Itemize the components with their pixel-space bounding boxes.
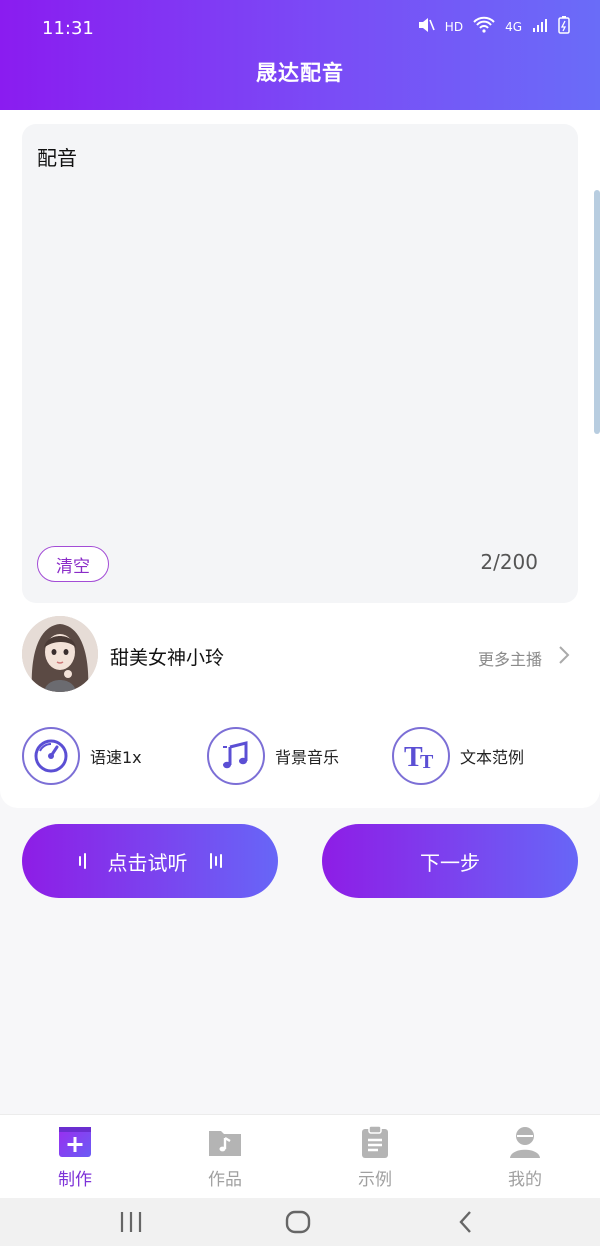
home-icon[interactable] [285, 1209, 311, 1235]
next-step-label: 下一步 [420, 850, 480, 875]
preview-listen-button[interactable]: 点击试听 [22, 824, 278, 898]
speed-label: 语速1x [90, 748, 142, 767]
tab-works[interactable]: 作品 [150, 1115, 300, 1199]
speed-option[interactable]: 语速1x [22, 726, 142, 786]
bgm-label: 背景音乐 [275, 748, 340, 767]
text-input-area[interactable]: 配音 清空 2/200 [22, 124, 578, 603]
page-title: 晟达配音 [256, 61, 344, 85]
tab-works-label: 作品 [208, 1170, 242, 1190]
chevron-right-icon[interactable] [554, 644, 574, 666]
bgm-option[interactable]: 背景音乐 [207, 726, 339, 786]
char-counter: 2/200 [480, 550, 538, 574]
clipboard-icon [358, 1125, 392, 1159]
main-card: 配音 清空 2/200 甜美女神小玲 更多主播 语速1x 背景音乐 T T 文本… [0, 110, 600, 808]
voice-selector[interactable]: 甜美女神小玲 更多主播 [0, 616, 600, 698]
bottom-tab-bar: 制作 作品 示例 我的 [0, 1114, 600, 1198]
svg-text:T: T [420, 751, 434, 773]
battery-icon [558, 16, 570, 37]
voice-name: 甜美女神小玲 [110, 647, 225, 669]
signal-icon [532, 17, 548, 36]
recent-apps-icon[interactable] [118, 1210, 144, 1234]
folder-music-icon [208, 1125, 242, 1159]
hd-badge: HD [444, 19, 464, 34]
tab-examples-label: 示例 [358, 1170, 392, 1190]
sound-wave-icon [78, 853, 86, 869]
tab-create[interactable]: 制作 [0, 1115, 150, 1199]
status-icons: HD 4G [417, 16, 570, 37]
tab-create-label: 制作 [58, 1170, 92, 1190]
voice-avatar [22, 616, 98, 692]
system-nav-bar [0, 1198, 600, 1246]
text-example-option[interactable]: T T 文本范例 [392, 726, 524, 786]
speedometer-icon [22, 727, 80, 785]
status-time: 11:31 [42, 18, 94, 39]
network-type: 4G [505, 19, 522, 34]
wifi-icon [473, 16, 495, 37]
mute-icon [417, 16, 435, 37]
options-row: 语速1x 背景音乐 T T 文本范例 [0, 726, 600, 788]
text-input-value[interactable]: 配音 [37, 142, 77, 171]
person-icon [508, 1125, 542, 1159]
sound-wave-icon [209, 853, 222, 869]
more-anchors-link[interactable]: 更多主播 [478, 646, 542, 670]
music-note-icon [207, 727, 265, 785]
scrollbar[interactable] [594, 190, 600, 434]
tab-profile-label: 我的 [508, 1170, 542, 1190]
tab-examples[interactable]: 示例 [300, 1115, 450, 1199]
clear-button[interactable]: 清空 [37, 546, 109, 582]
text-tt-icon: T T [392, 727, 450, 785]
tab-profile[interactable]: 我的 [450, 1115, 600, 1199]
preview-listen-label: 点击试听 [107, 850, 188, 875]
add-box-icon [58, 1125, 92, 1159]
app-header: 11:31 HD 4G 晟达配音 [0, 0, 600, 110]
text-example-label: 文本范例 [460, 748, 525, 767]
next-step-button[interactable]: 下一步 [322, 824, 578, 898]
back-icon[interactable] [456, 1209, 476, 1235]
